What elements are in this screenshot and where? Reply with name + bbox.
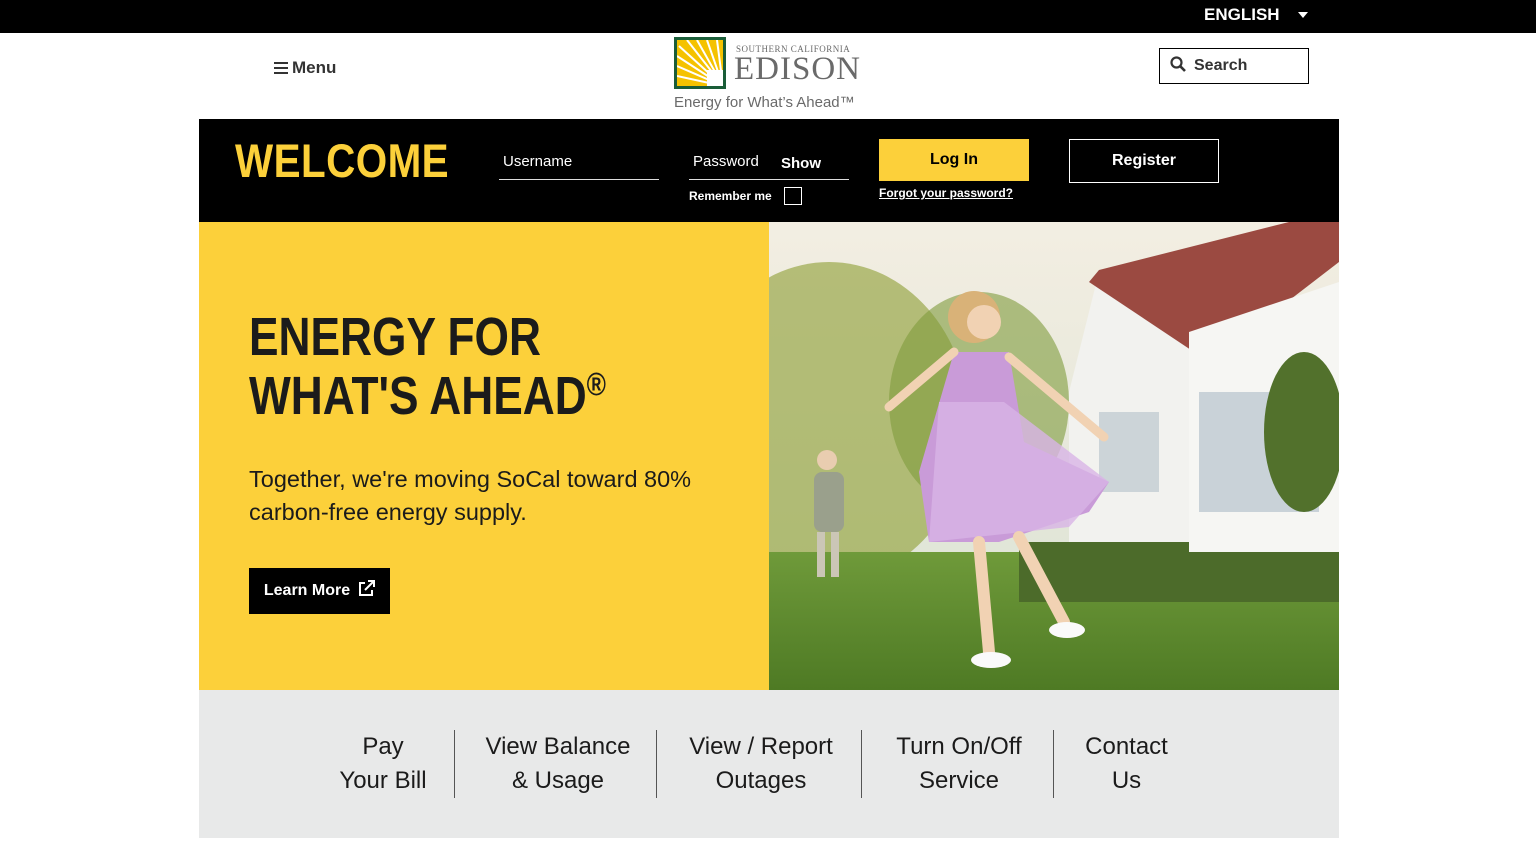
- quick-link-line: View / Report: [689, 733, 833, 760]
- hero-photo: [769, 222, 1339, 690]
- quick-link-turn-on-off[interactable]: Turn On/Off Service: [879, 730, 1039, 798]
- remember-me: Remember me: [689, 187, 802, 205]
- remember-me-label: Remember me: [689, 189, 772, 203]
- logo-wordmark: EDISON: [734, 51, 861, 87]
- language-label: ENGLISH: [1204, 5, 1280, 24]
- quick-link-line: & Usage: [511, 767, 605, 794]
- language-bar: ENGLISH: [0, 0, 1536, 33]
- quick-link-line: Pay: [362, 733, 404, 760]
- show-password-toggle[interactable]: Show: [781, 155, 821, 172]
- username-field[interactable]: Username: [499, 151, 659, 180]
- quick-link-line: Contact: [1085, 733, 1168, 760]
- hero-title-text: ENERGY FOR WHAT'S AHEAD: [249, 307, 587, 427]
- welcome-heading: WELCOME: [235, 134, 450, 187]
- hero-title: ENERGY FOR WHAT'S AHEAD®: [249, 307, 708, 427]
- hamburger-icon: [274, 62, 288, 74]
- hero-panel: ENERGY FOR WHAT'S AHEAD® Together, we're…: [199, 222, 769, 690]
- external-link-icon: [358, 580, 376, 602]
- quick-link-line: Service: [918, 767, 1000, 794]
- forgot-password-link[interactable]: Forgot your password?: [879, 186, 1013, 200]
- quick-link-line: Outages: [715, 767, 807, 794]
- quick-link-line: Us: [1111, 767, 1142, 794]
- divider: [656, 730, 657, 798]
- quick-link-contact-us[interactable]: Contact Us: [1069, 730, 1184, 798]
- registered-mark: ®: [586, 366, 607, 403]
- menu-label: Menu: [292, 58, 337, 77]
- password-field[interactable]: Password: [689, 151, 849, 180]
- register-button[interactable]: Register: [1069, 139, 1219, 183]
- hero-subtitle: Together, we're moving SoCal toward 80% …: [249, 466, 692, 525]
- language-selector[interactable]: ENGLISH: [1204, 5, 1308, 25]
- login-button[interactable]: Log In: [879, 139, 1029, 181]
- login-panel: WELCOME Username Password Show Remember …: [199, 119, 1339, 222]
- quick-link-line: Your Bill: [339, 767, 427, 794]
- search-icon: [1170, 55, 1186, 77]
- sunburst-logo-icon: [674, 37, 726, 89]
- remember-me-checkbox[interactable]: [783, 187, 802, 205]
- quick-links-bar: Pay Your Bill View Balance & Usage View …: [199, 690, 1339, 838]
- edison-logo[interactable]: SOUTHERN CALIFORNIA EDISON Energy for Wh…: [674, 37, 874, 117]
- divider: [861, 730, 862, 798]
- logo-tagline: Energy for What’s Ahead™: [674, 94, 855, 111]
- divider: [1053, 730, 1054, 798]
- quick-link-outages[interactable]: View / Report Outages: [674, 730, 848, 798]
- quick-link-line: Turn On/Off: [896, 733, 1022, 760]
- search-label: Search: [1194, 57, 1248, 74]
- quick-link-line: View Balance: [485, 733, 631, 760]
- divider: [454, 730, 455, 798]
- learn-more-button[interactable]: Learn More: [249, 568, 390, 614]
- quick-link-balance-usage[interactable]: View Balance & Usage: [474, 730, 642, 798]
- menu-button[interactable]: Menu: [274, 58, 336, 78]
- quick-link-pay-bill[interactable]: Pay Your Bill: [321, 730, 445, 798]
- caret-down-icon: [1297, 12, 1308, 18]
- search-box[interactable]: Search: [1159, 48, 1309, 84]
- learn-more-label: Learn More: [263, 582, 351, 599]
